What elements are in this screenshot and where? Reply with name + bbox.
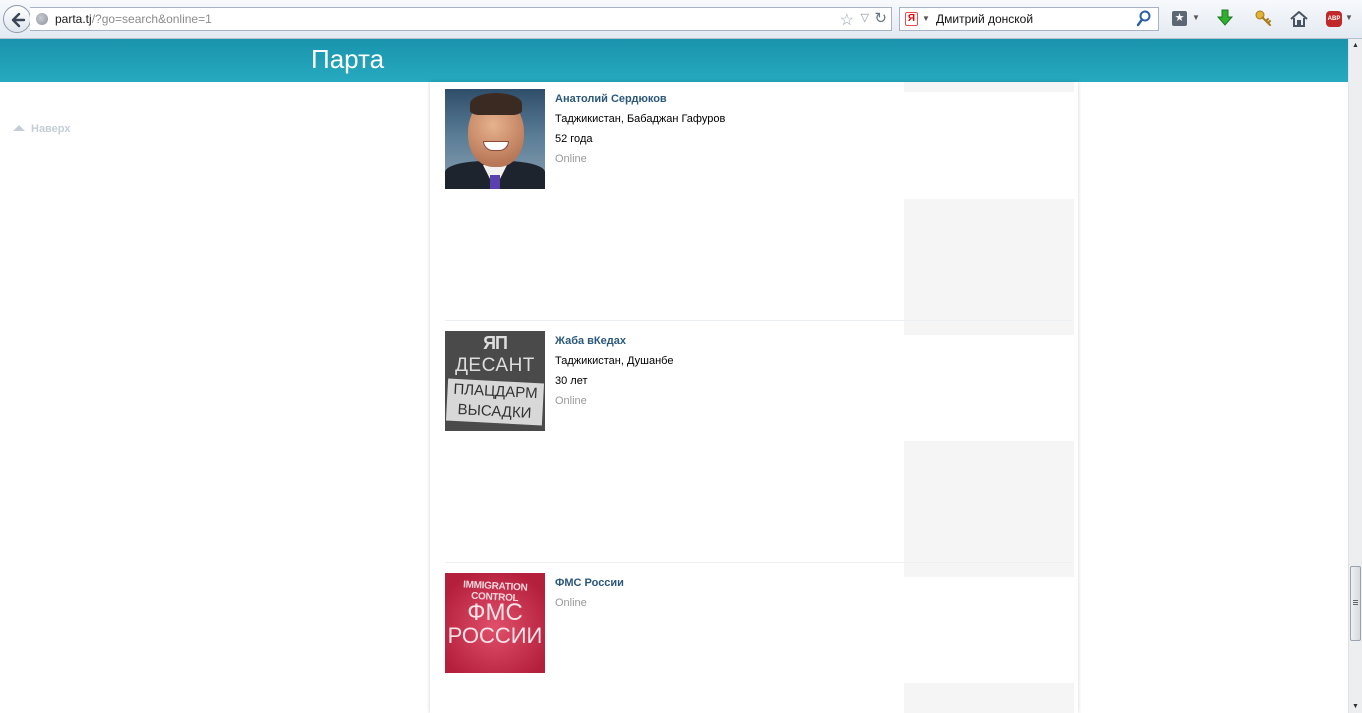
chevron-down-icon: ▼ [1192,13,1200,22]
online-status: Online [555,395,587,407]
user-name-link[interactable]: Жаба вКедах [555,333,673,349]
arrow-up-icon [13,125,25,131]
yandex-icon[interactable]: Я [905,12,918,26]
site-logo[interactable]: Парта [311,44,384,75]
user-photo[interactable] [445,89,545,189]
online-status: Online [555,153,587,165]
adblock-icon: ABP [1326,11,1342,27]
user-age: 30 лет [555,375,588,387]
photo-shape [470,93,522,115]
back-to-top-link[interactable]: Наверх [13,123,71,135]
user-name-link[interactable]: ФМС России [555,575,624,591]
scrollbar-thumb[interactable] [1350,566,1361,641]
home-icon[interactable] [1290,10,1308,28]
bookmarks-button[interactable]: ★ ▼ [1172,10,1202,28]
search-icon[interactable] [1136,10,1152,28]
reload-icon[interactable]: ↻ [874,9,887,27]
scroll-down-icon[interactable]: ▼ [1352,703,1359,710]
divider [445,320,1072,321]
url-text[interactable]: parta.tj/?go=search&online=1 [55,12,212,26]
photo-text: ВЫСАДКИ [457,401,532,422]
back-arrow-icon [11,12,26,28]
user-photo[interactable]: ЯП ДЕСАНТ ПЛАЦДАРМ ВЫСАДКИ [445,331,545,431]
download-icon[interactable] [1217,9,1233,27]
user-location: Таджикистан, Душанбе [555,355,674,367]
user-info: ФМС России Online [555,573,624,611]
ad-block [904,441,1074,577]
photo-shape [490,175,500,189]
url-path: /?go=search&online=1 [91,12,212,26]
online-status: Online [555,597,587,609]
photo-text: ПЛАЦДАРМ [453,380,539,403]
divider [445,562,1072,563]
grip-line [1353,604,1358,605]
bookmarks-icon: ★ [1172,11,1187,26]
user-age: 52 года [555,133,593,145]
back-to-top-label: Наверх [31,123,71,135]
user-info: Анатолий Сердюков Таджикистан, Бабаджан … [555,89,725,167]
vertical-scrollbar[interactable]: ▲ ▼ [1348,39,1362,713]
ad-block [904,82,1074,92]
globe-icon [36,13,48,25]
url-host: parta.tj [55,12,92,26]
engine-dropdown-icon[interactable]: ▼ [922,14,930,23]
user-info: Жаба вКедах Таджикистан, Душанбе 30 лет … [555,331,673,409]
ad-block [904,199,1074,335]
adblock-button[interactable]: ABP ▼ [1326,10,1356,28]
search-result: Анатолий Сердюков Таджикистан, Бабаджан … [445,89,905,189]
photo-plate: ПЛАЦДАРМ ВЫСАДКИ [445,378,545,426]
chevron-down-icon: ▼ [1345,13,1353,22]
search-results-panel: Анатолий Сердюков Таджикистан, Бабаджан … [430,82,1078,713]
key-icon[interactable] [1255,10,1273,28]
search-result: ЯП ДЕСАНТ ПЛАЦДАРМ ВЫСАДКИ Жаба вКедах Т… [445,331,905,431]
user-name-link[interactable]: Анатолий Сердюков [555,91,725,107]
star-icon[interactable]: ☆ [840,10,854,30]
site-header: Парта [0,39,1348,82]
search-input[interactable]: Дмитрий донской [936,12,1033,26]
grip-line [1353,600,1358,601]
search-result: IMMIGRATION CONTROL ФМС РОССИИ ФМС Росси… [445,573,905,673]
dropdown-arrow-icon[interactable]: ▽ [861,11,869,24]
user-location: Таджикистан, Бабаджан Гафуров [555,113,726,125]
back-button[interactable] [3,5,31,33]
browser-toolbar: parta.tj/?go=search&online=1 ☆ ▽ ↻ Я ▼ Д… [0,0,1362,39]
grip-line [1353,602,1358,603]
photo-emblem: ЯП [483,333,508,353]
photo-text: ДЕСАНТ [455,355,535,376]
scroll-up-icon[interactable]: ▲ [1352,42,1359,49]
ad-block [904,683,1074,713]
address-bar[interactable]: parta.tj/?go=search&online=1 ☆ ▽ ↻ [30,7,892,31]
user-photo[interactable]: IMMIGRATION CONTROL ФМС РОССИИ [445,573,545,673]
photo-text: РОССИИ [447,623,543,648]
search-bar[interactable]: Я ▼ Дмитрий донской [899,7,1159,31]
